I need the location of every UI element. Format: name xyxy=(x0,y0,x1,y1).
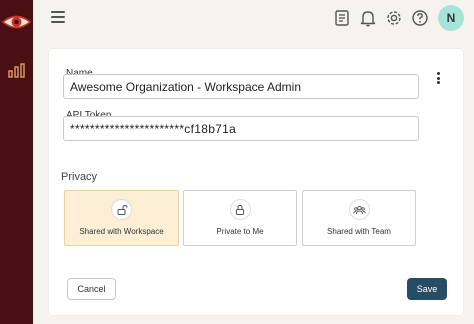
privacy-option-label: Shared with Workspace xyxy=(79,227,164,236)
name-field[interactable]: Awesome Organization - Workspace Admin xyxy=(63,74,419,99)
avatar[interactable]: N xyxy=(438,5,464,31)
bell-icon[interactable] xyxy=(359,9,377,27)
api-token-field[interactable]: ***********************cf18b71a xyxy=(63,116,419,141)
eye-logo-icon[interactable] xyxy=(2,10,31,34)
privacy-option-private[interactable]: Private to Me xyxy=(183,190,297,246)
privacy-option-team[interactable]: Shared with Team xyxy=(302,190,416,246)
team-icon xyxy=(348,199,370,220)
bar-chart-icon[interactable] xyxy=(8,63,25,78)
privacy-option-workspace[interactable]: Shared with Workspace xyxy=(64,190,179,246)
lock-icon xyxy=(229,199,251,220)
menu-icon[interactable] xyxy=(51,11,65,25)
unlock-icon xyxy=(111,199,132,220)
settings-card: Name Awesome Organization - Workspace Ad… xyxy=(49,49,463,315)
privacy-option-label: Shared with Team xyxy=(327,227,391,236)
help-icon[interactable] xyxy=(411,9,429,27)
document-icon[interactable] xyxy=(333,9,351,27)
cancel-button[interactable]: Cancel xyxy=(67,278,116,300)
gear-icon[interactable] xyxy=(385,9,403,27)
sidebar xyxy=(0,0,33,324)
privacy-option-label: Private to Me xyxy=(216,227,264,236)
privacy-title: Privacy xyxy=(61,171,98,183)
top-bar: N xyxy=(33,0,474,38)
more-options-icon[interactable] xyxy=(433,71,443,85)
save-button[interactable]: Save xyxy=(407,278,447,300)
